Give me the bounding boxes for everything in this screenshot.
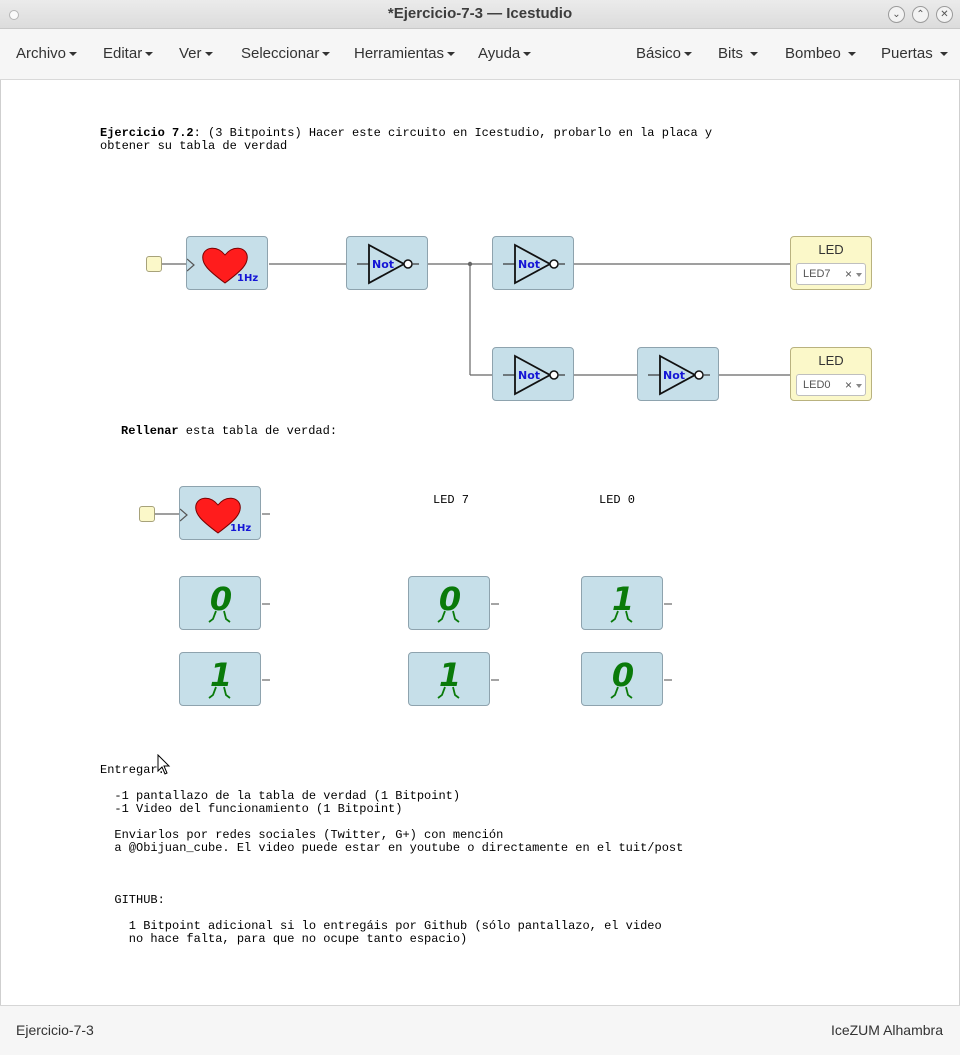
menu-basico[interactable]: Básico (636, 45, 693, 62)
not-gate-4[interactable]: Not (637, 347, 719, 401)
menu-ver[interactable]: Ver (179, 45, 213, 62)
bit-block-led7-row2[interactable]: 1 (408, 652, 490, 706)
pin-select-value: LED0 (803, 379, 831, 391)
column-label-led0: LED 0 (599, 493, 636, 507)
not-gate-icon: Not (357, 243, 419, 285)
table-heartbeat-block[interactable]: 1Hz (179, 486, 261, 540)
menu-archivo[interactable]: Archivo (16, 45, 78, 62)
not-label: Not (372, 258, 394, 271)
led0-pin-select[interactable]: LED0 × (796, 374, 866, 396)
heart-freq-label: 1Hz (230, 523, 251, 534)
led-title: LED (818, 353, 844, 368)
clear-icon[interactable]: × (845, 267, 852, 281)
heart-freq-label: 1Hz (237, 273, 258, 284)
mouse-cursor-icon (157, 754, 171, 775)
menu-bombeo[interactable]: Bombeo (785, 45, 856, 62)
output-led0[interactable]: LED LED0 × (790, 347, 872, 401)
bit-block-led0-row1[interactable]: 1 (581, 576, 663, 630)
title-bar: *Ejercicio-7-3 — Icestudio ⌄ ⌃ ✕ (0, 0, 960, 29)
column-label-led7: LED 7 (433, 493, 470, 507)
bit-value: 0 (612, 656, 634, 694)
menu-seleccionar[interactable]: Seleccionar (241, 45, 331, 62)
bit-value: 1 (612, 580, 634, 618)
table-input-pin[interactable] (139, 506, 155, 522)
bit-value: 1 (439, 656, 461, 694)
maximize-icon[interactable]: ⌃ (912, 6, 929, 23)
not-label: Not (663, 369, 685, 382)
not-label: Not (518, 369, 540, 382)
bit-block-input-row2[interactable]: 1 (179, 652, 261, 706)
not-gate-icon: Not (503, 243, 565, 285)
menu-puertas[interactable]: Puertas (881, 45, 948, 62)
bit-value: 0 (439, 580, 461, 618)
not-gate-icon: Not (503, 354, 565, 396)
menu-ayuda[interactable]: Ayuda (478, 45, 532, 62)
dropdown-arrow-icon[interactable] (856, 384, 862, 388)
heartbeat-block[interactable]: 1Hz (186, 236, 268, 290)
board-name[interactable]: IceZUM Alhambra (831, 1022, 943, 1038)
menu-editar[interactable]: Editar (103, 45, 154, 62)
window-title: *Ejercicio-7-3 — Icestudio (387, 5, 573, 22)
menu-herramientas[interactable]: Herramientas (354, 45, 456, 62)
bit-block-led7-row1[interactable]: 0 (408, 576, 490, 630)
clear-icon[interactable]: × (845, 378, 852, 392)
pin-select-value: LED7 (803, 268, 831, 280)
bit-block-input-row1[interactable]: 0 (179, 576, 261, 630)
menu-bar: Archivo Editar Ver Seleccionar Herramien… (0, 29, 960, 80)
note-deliver: Entregar: -1 pantallazo de la tabla de v… (100, 763, 684, 946)
output-led7[interactable]: LED LED7 × (790, 236, 872, 290)
bit-block-led0-row2[interactable]: 0 (581, 652, 663, 706)
close-icon[interactable]: ✕ (936, 6, 953, 23)
project-name: Ejercicio-7-3 (16, 1022, 94, 1038)
bit-value: 1 (210, 656, 232, 694)
minimize-icon[interactable]: ⌄ (888, 6, 905, 23)
heart-icon: 1Hz (187, 247, 258, 284)
design-canvas[interactable]: Ejercicio 7.2: (3 Bitpoints) Hacer este … (0, 80, 960, 1005)
note-fill-table: Rellenar esta tabla de verdad: (121, 424, 338, 438)
bit-value: 0 (210, 580, 232, 618)
not-label: Not (518, 258, 540, 271)
input-pin[interactable] (146, 256, 162, 272)
led7-pin-select[interactable]: LED7 × (796, 263, 866, 285)
dropdown-arrow-icon[interactable] (856, 273, 862, 277)
not-gate-1[interactable]: Not (346, 236, 428, 290)
note-intro-line2: obtener su tabla de verdad (100, 139, 288, 153)
not-gate-icon: Not (648, 354, 710, 396)
menu-bits[interactable]: Bits (718, 45, 759, 62)
heart-icon: 1Hz (180, 497, 251, 534)
led-title: LED (818, 242, 844, 257)
wire-junction (467, 261, 473, 267)
not-gate-3[interactable]: Not (492, 347, 574, 401)
not-gate-2[interactable]: Not (492, 236, 574, 290)
status-bar: Ejercicio-7-3 IceZUM Alhambra (0, 1005, 960, 1055)
